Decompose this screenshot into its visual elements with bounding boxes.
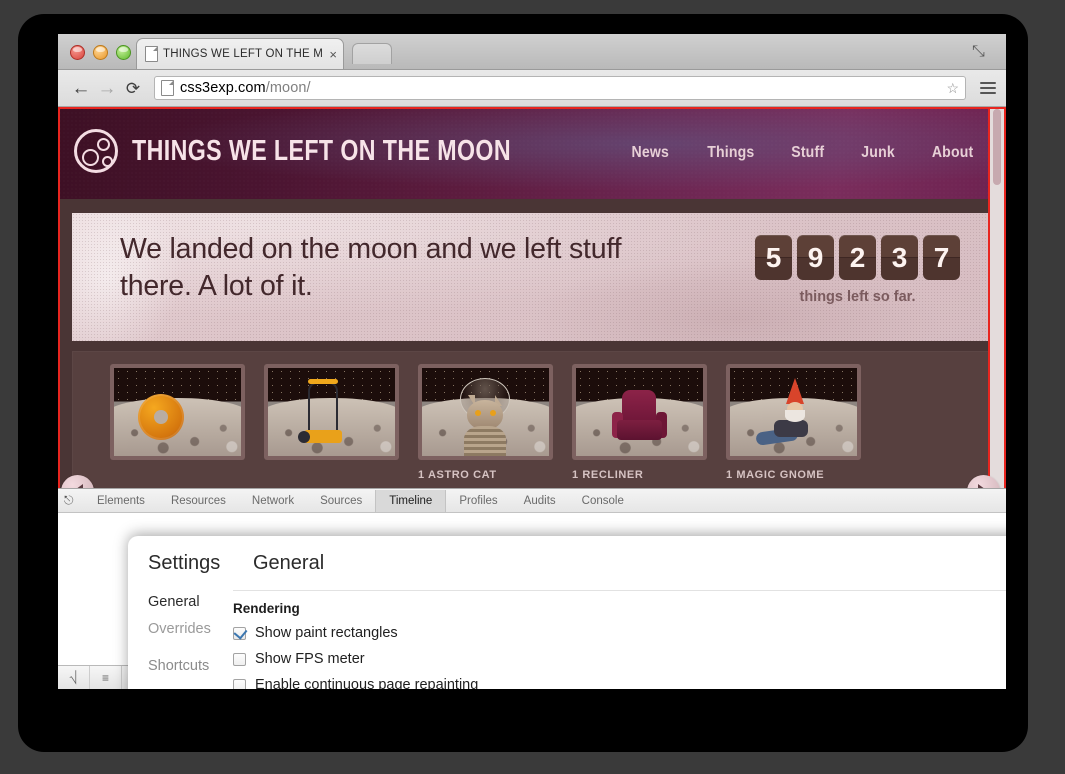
page-icon — [161, 80, 174, 96]
counter-digit: 9 — [797, 235, 834, 280]
checkbox-enable-continuous-page-repainting[interactable] — [233, 678, 246, 689]
address-bar-url: css3exp.com/moon/ — [180, 80, 311, 96]
url-domain: css3exp.com — [180, 80, 266, 96]
tab-network[interactable]: Network — [239, 490, 307, 512]
browser-tab-strip: THINGS WE LEFT ON THE M × ⤡ — [58, 34, 1006, 70]
browser-tab-active[interactable]: THINGS WE LEFT ON THE M × — [136, 38, 344, 69]
list-item-label: 1 MAGIC GNOME — [726, 469, 825, 481]
checkbox-row-continuous-repainting[interactable]: Enable continuous page repainting — [233, 677, 1006, 689]
new-tab-button[interactable] — [352, 43, 392, 64]
checkbox-show-paint-rectangles[interactable] — [233, 626, 246, 640]
minimize-window-button[interactable] — [93, 45, 108, 60]
page-icon — [145, 46, 158, 62]
settings-dialog-body: General Overrides Shortcuts Rendering Sh… — [128, 590, 1006, 689]
hero-banner: We landed on the moon and we left stuff … — [72, 213, 992, 341]
checkbox-row-show-paint-rectangles[interactable]: Show paint rectangles — [233, 625, 1006, 641]
devtools-tab-bar: ⎋ Elements Resources Network Sources Tim… — [58, 489, 1006, 513]
site-header: THINGS WE LEFT ON THE MOON News Things S… — [58, 107, 1006, 199]
site-logo[interactable]: THINGS WE LEFT ON THE MOON — [74, 129, 606, 173]
settings-panel-title: General — [253, 552, 325, 574]
browser-toolbar: ← → ⟳ css3exp.com/moon/ ☆ — [58, 70, 1006, 107]
list-item[interactable] — [110, 364, 245, 481]
list-item[interactable]: 1 RECLINER — [572, 364, 707, 481]
settings-sidebar: General Overrides Shortcuts — [128, 590, 233, 689]
url-path: /moon/ — [265, 80, 311, 96]
counter-digits: 5 9 2 3 7 — [755, 235, 960, 280]
screenshot-root: THINGS WE LEFT ON THE M × ⤡ ← → ⟳ css3ex… — [0, 0, 1065, 774]
sidebar-item-shortcuts[interactable]: Shortcuts — [148, 658, 233, 674]
tab-sources[interactable]: Sources — [307, 490, 375, 512]
settings-dialog: Settings General ✕ General Overrides Sho… — [128, 536, 1006, 689]
maximize-window-button[interactable] — [116, 45, 131, 60]
lawnmower-image — [308, 382, 338, 432]
list-item-label: 1 ASTRO CAT — [418, 469, 497, 481]
bookmark-star-icon[interactable]: ☆ — [946, 80, 959, 97]
donut-image — [138, 394, 184, 440]
recliner-image — [622, 390, 656, 424]
list-item-label: 1 RECLINER — [572, 469, 644, 481]
tab-resources[interactable]: Resources — [158, 490, 239, 512]
list-item[interactable]: 1 ASTRO CAT — [418, 364, 553, 481]
browser-tab-title: THINGS WE LEFT ON THE M — [163, 48, 324, 60]
counter-label: things left so far. — [799, 289, 916, 305]
close-icon[interactable]: × — [329, 48, 337, 61]
tab-console[interactable]: Console — [569, 490, 637, 512]
things-counter: 5 9 2 3 7 things left so far. — [755, 235, 960, 305]
rendering-section-title: Rendering — [233, 601, 300, 616]
inspect-element-icon[interactable]: ⎋ — [64, 493, 78, 507]
forward-icon[interactable]: → — [94, 79, 120, 98]
sidebar-item-general[interactable]: General — [148, 594, 233, 610]
counter-digit: 2 — [839, 235, 876, 280]
checkbox-label: Show FPS meter — [255, 651, 365, 667]
dock-side-icon[interactable]: ⎷ — [58, 666, 90, 689]
browser-window: THINGS WE LEFT ON THE M × ⤡ ← → ⟳ css3ex… — [58, 34, 1006, 689]
list-item[interactable]: 1 MAGIC GNOME — [726, 364, 861, 481]
sidebar-item-overrides[interactable]: Overrides — [148, 621, 233, 637]
fullscreen-icon[interactable]: ⤡ — [972, 43, 994, 63]
window-controls — [70, 45, 131, 60]
checkbox-label: Enable continuous page repainting — [255, 677, 479, 689]
counter-digit: 5 — [755, 235, 792, 280]
site-nav: News Things Stuff Junk About — [629, 107, 976, 199]
list-item[interactable] — [264, 364, 399, 481]
settings-general-panel: Rendering Show paint rectangles Show FPS… — [233, 590, 1006, 689]
hero-headline: We landed on the moon and we left stuff … — [120, 233, 622, 302]
checkbox-label: Show paint rectangles — [255, 625, 398, 641]
nav-item-junk[interactable]: Junk — [861, 144, 895, 162]
site-title: THINGS WE LEFT ON THE MOON — [132, 134, 512, 167]
address-bar[interactable]: css3exp.com/moon/ ☆ — [154, 76, 966, 100]
console-drawer-icon[interactable]: ≡ — [90, 666, 122, 689]
tab-audits[interactable]: Audits — [511, 490, 569, 512]
reload-icon[interactable]: ⟳ — [120, 80, 146, 97]
nav-item-stuff[interactable]: Stuff — [791, 144, 824, 162]
counter-digit: 7 — [923, 235, 960, 280]
checkbox-show-fps-meter[interactable] — [233, 652, 246, 666]
tab-elements[interactable]: Elements — [84, 490, 158, 512]
nav-item-about[interactable]: About — [932, 144, 974, 162]
things-carousel: 1 ASTRO CAT 1 RECLINER 1 MAGIC GNOME — [72, 351, 992, 506]
close-window-button[interactable] — [70, 45, 85, 60]
tab-timeline[interactable]: Timeline — [375, 489, 447, 512]
back-icon[interactable]: ← — [68, 79, 94, 98]
nav-item-news[interactable]: News — [632, 144, 669, 162]
nav-item-things[interactable]: Things — [707, 144, 754, 162]
tab-profiles[interactable]: Profiles — [446, 490, 510, 512]
checkbox-row-show-fps-meter[interactable]: Show FPS meter — [233, 651, 1006, 667]
menu-icon[interactable] — [980, 82, 996, 94]
page-scrollbar-thumb[interactable] — [993, 109, 1001, 185]
settings-dialog-header: Settings General ✕ — [128, 536, 1006, 590]
counter-digit: 3 — [881, 235, 918, 280]
settings-dialog-title: Settings — [148, 552, 221, 574]
moon-icon — [74, 129, 118, 173]
